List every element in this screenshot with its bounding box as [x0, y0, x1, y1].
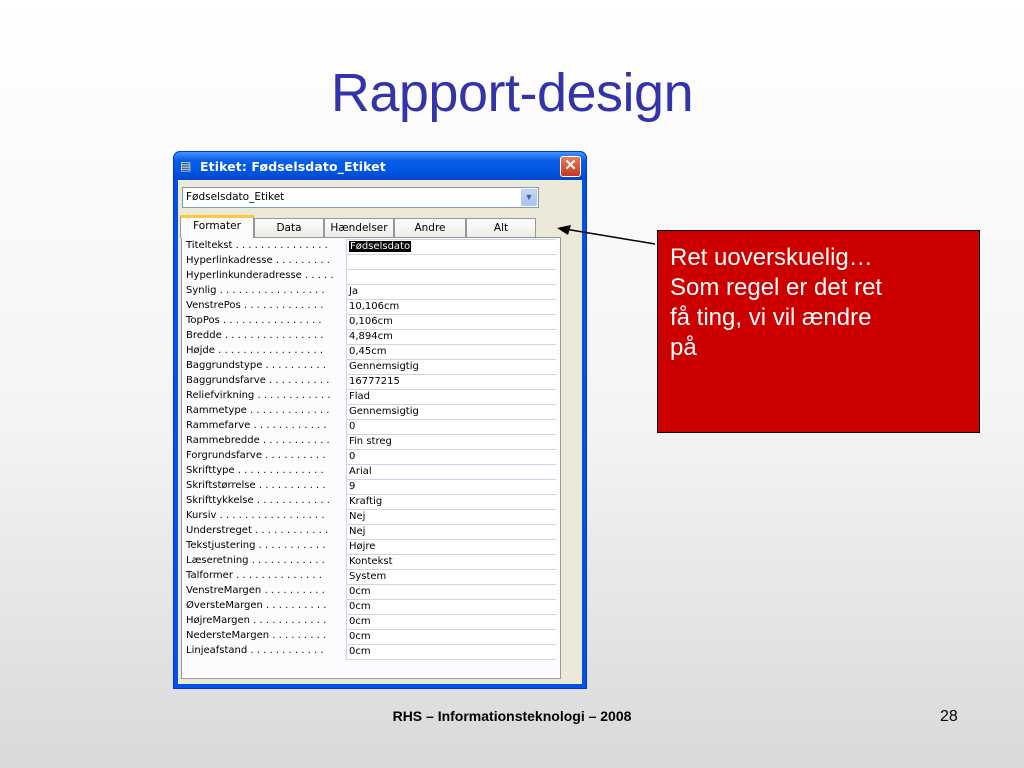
property-value-field[interactable]: 0,45cm [346, 344, 556, 359]
tab-haendelser[interactable]: Hændelser [324, 218, 394, 237]
properties-icon: ▤ [180, 159, 192, 173]
property-label: Højde . . . . . . . . . . . . . . . . . [186, 345, 323, 356]
property-value-field[interactable]: Højre [346, 539, 556, 554]
property-value-field[interactable] [346, 269, 556, 284]
property-value-field[interactable] [346, 254, 556, 269]
property-value-field[interactable]: 0cm [346, 629, 556, 644]
property-label: Synlig . . . . . . . . . . . . . . . . . [186, 285, 325, 296]
property-label: Titeltekst . . . . . . . . . . . . . . . [186, 240, 328, 251]
property-label: Baggrundstype . . . . . . . . . . [186, 360, 326, 371]
property-label: Baggrundsfarve . . . . . . . . . . [186, 375, 330, 386]
callout-box: Ret uoverskuelig… Som regel er det ret f… [657, 230, 980, 433]
property-value-field[interactable]: Gennemsigtig [346, 359, 556, 374]
property-value-field[interactable]: 10,106cm [346, 299, 556, 314]
property-value-field[interactable]: Flad [346, 389, 556, 404]
chevron-down-icon[interactable]: ▼ [521, 189, 537, 206]
property-label: Rammetype . . . . . . . . . . . . . [186, 405, 330, 416]
tab-formater[interactable]: Formater [180, 215, 254, 238]
tab-alt[interactable]: Alt [466, 218, 536, 237]
property-value-field[interactable]: 0cm [346, 614, 556, 629]
property-value-field[interactable]: 0cm [346, 599, 556, 614]
property-label: Hyperlinkadresse . . . . . . . . . [186, 255, 330, 266]
property-label: Skrifttykkelse . . . . . . . . . . . . [186, 495, 330, 506]
property-value-field[interactable]: Fødselsdato [346, 239, 556, 254]
property-sheet-window: ▤ Etiket: Fødselsdato_Etiket ✕ Fødselsda… [173, 151, 587, 689]
property-label: Hyperlinkunderadresse . . . . . [186, 270, 334, 281]
property-value-field[interactable]: System [346, 569, 556, 584]
property-label: Rammefarve . . . . . . . . . . . . [186, 420, 327, 431]
property-value-field[interactable]: 9 [346, 479, 556, 494]
property-value-field[interactable]: 0 [346, 449, 556, 464]
property-label: VenstreMargen . . . . . . . . . . [186, 585, 325, 596]
property-label: VenstrePos . . . . . . . . . . . . . [186, 300, 324, 311]
arrow-icon [557, 225, 656, 245]
window-titlebar[interactable]: ▤ Etiket: Fødselsdato_Etiket ✕ [174, 152, 586, 180]
slide-number: 28 [940, 708, 958, 725]
selected-value-text: Fødselsdato [349, 241, 412, 252]
slide-footer: RHS – Informationsteknologi – 2008 [392, 708, 632, 724]
property-label: Bredde . . . . . . . . . . . . . . . . [186, 330, 324, 341]
window-title: Etiket: Fødselsdato_Etiket [200, 159, 386, 174]
property-label: Talformer . . . . . . . . . . . . . . [186, 570, 322, 581]
property-value-field[interactable]: 16777215 [346, 374, 556, 389]
object-selector-value: Fødselsdato_Etiket [186, 191, 285, 203]
tab-data[interactable]: Data [254, 218, 324, 237]
property-value-field[interactable]: Nej [346, 509, 556, 524]
property-label: Skrifttype . . . . . . . . . . . . . . [186, 465, 324, 476]
callout-line: Som regel er det ret [670, 274, 883, 301]
property-value-field[interactable]: Fin streg [346, 434, 556, 449]
property-label: Rammebredde . . . . . . . . . . . [186, 435, 330, 446]
property-label: Linjeafstand . . . . . . . . . . . . [186, 645, 324, 656]
property-value-field[interactable]: 0 [346, 419, 556, 434]
property-label: HøjreMargen . . . . . . . . . . . . [186, 615, 327, 626]
property-label: TopPos . . . . . . . . . . . . . . . . [186, 315, 322, 326]
property-label: Kursiv . . . . . . . . . . . . . . . . . [186, 510, 325, 521]
close-button[interactable]: ✕ [560, 156, 581, 177]
property-value-field[interactable]: Kraftig [346, 494, 556, 509]
property-label: Forgrundsfarve . . . . . . . . . . [186, 450, 326, 461]
property-value-field[interactable]: Kontekst [346, 554, 556, 569]
property-label: Reliefvirkning . . . . . . . . . . . . [186, 390, 331, 401]
property-value-field[interactable]: 0cm [346, 644, 556, 660]
callout-line: på [670, 334, 697, 361]
property-label: Læseretning . . . . . . . . . . . . [186, 555, 325, 566]
property-value-field[interactable]: 0,106cm [346, 314, 556, 329]
property-value-field[interactable]: Gennemsigtig [346, 404, 556, 419]
callout-line: Ret uoverskuelig… [670, 244, 873, 271]
slide-title: Rapport-design [330, 63, 694, 123]
property-label: Tekstjustering . . . . . . . . . . . [186, 540, 326, 551]
property-value-field[interactable]: Ja [346, 284, 556, 299]
properties-panel: Titeltekst . . . . . . . . . . . . . . .… [181, 237, 561, 679]
property-label: Understreget . . . . . . . . . . . . [186, 525, 329, 536]
property-label: Skriftstørrelse . . . . . . . . . . . [186, 480, 326, 491]
tab-andre[interactable]: Andre [394, 218, 466, 237]
property-label: ØversteMargen . . . . . . . . . . [186, 600, 327, 611]
property-value-field[interactable]: Nej [346, 524, 556, 539]
property-label: NedersteMargen . . . . . . . . . [186, 630, 327, 641]
property-value-field[interactable]: Arial [346, 464, 556, 479]
window-client: Fødselsdato_Etiket ▼ Formater Data Hænde… [178, 180, 582, 684]
callout-line: få ting, vi vil ændre [670, 304, 872, 331]
property-value-field[interactable]: 0cm [346, 584, 556, 599]
property-value-field[interactable]: 4,894cm [346, 329, 556, 344]
object-selector-combo[interactable]: Fødselsdato_Etiket ▼ [182, 187, 539, 208]
